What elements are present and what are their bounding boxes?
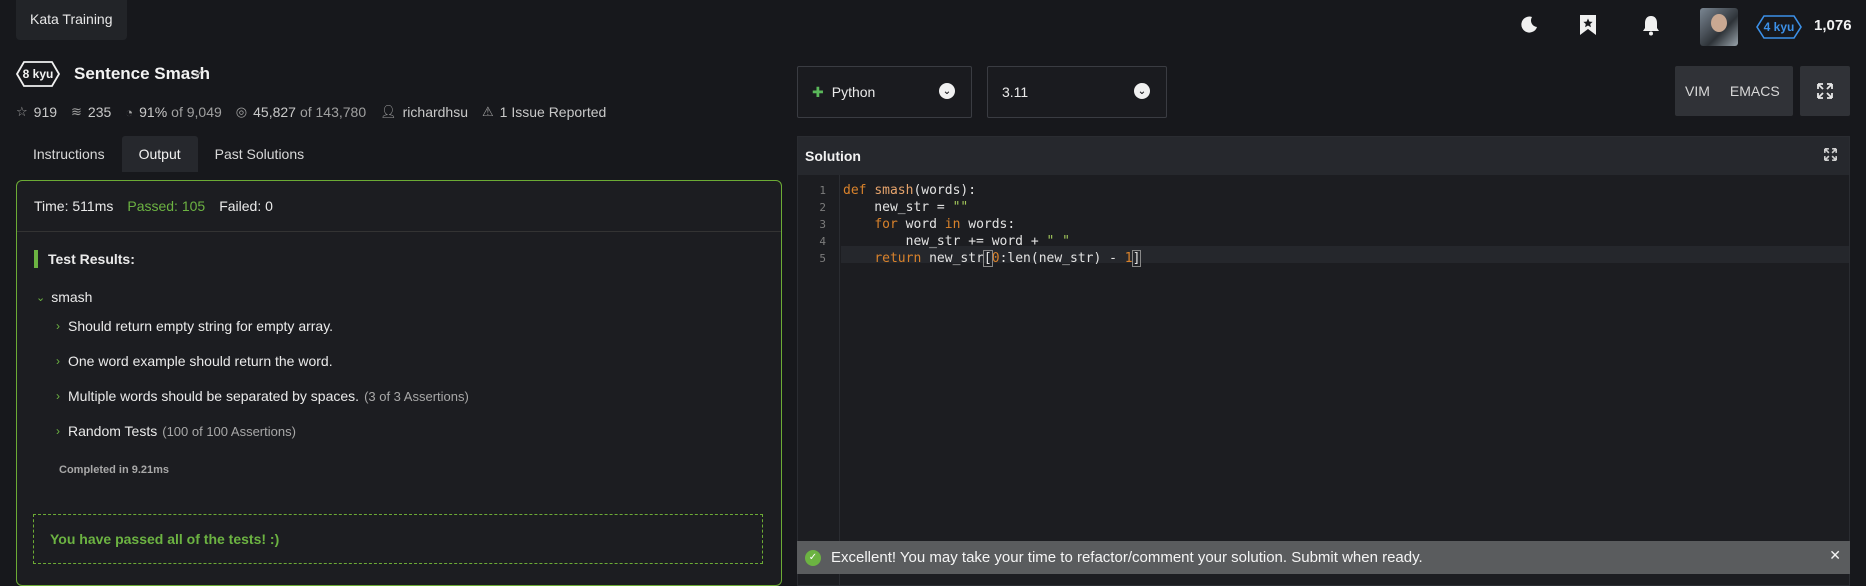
line-number: 4	[819, 235, 826, 248]
code-line[interactable]: for word in words:	[843, 216, 1015, 233]
warning-icon: ⚠︎	[482, 104, 494, 119]
collections-stat[interactable]: ≋ 235	[71, 104, 111, 120]
test-name: Random Tests	[68, 423, 158, 439]
expand-icon	[1817, 83, 1833, 99]
code-line[interactable]: new_str = ""	[843, 199, 968, 216]
bookmark-star-icon[interactable]	[1577, 14, 1599, 36]
kyu-badge: 8 kyu	[16, 61, 60, 87]
test-name: Should return empty string for empty arr…	[68, 318, 334, 334]
passed-label: Passed: 105	[127, 198, 206, 214]
test-summary: Time: 511ms Passed: 105 Failed: 0	[17, 181, 781, 232]
failed-label: Failed: 0	[219, 198, 273, 214]
line-number-gutter: 1 2 3 4 5	[798, 175, 840, 586]
kata-training-button[interactable]: Kata Training	[16, 0, 127, 40]
tab-instructions[interactable]: Instructions	[16, 136, 122, 172]
kyu-label: 8 kyu	[22, 67, 54, 81]
expand-icon[interactable]	[1824, 148, 1837, 161]
language-value: Python	[831, 84, 876, 100]
issues-label: 1 Issue Reported	[499, 104, 607, 120]
test-item[interactable]: › Multiple words should be separated by …	[56, 388, 469, 404]
star-icon: ☆	[16, 104, 28, 119]
check-icon: ✓	[194, 66, 205, 81]
assertion-count: (100 of 100 Assertions)	[162, 423, 296, 439]
editor-header: Solution	[798, 137, 1849, 175]
line-number: 3	[819, 218, 826, 231]
chevron-down-icon: ⌄	[939, 83, 955, 99]
check-circle-icon: ✓	[805, 549, 821, 566]
tab-bar: Instructions Output Past Solutions	[16, 136, 321, 172]
tab-past-solutions[interactable]: Past Solutions	[198, 136, 322, 172]
user-icon: 👤︎	[380, 104, 397, 119]
test-item[interactable]: › One word example should return the wor…	[56, 353, 333, 369]
target-icon: ◎	[235, 104, 248, 119]
top-nav: Kata Training 4 kyu 1,076	[0, 0, 1866, 52]
stars-stat[interactable]: ☆ 919	[16, 104, 57, 120]
editor-mode-group: VIM EMACS	[1675, 66, 1793, 116]
chevron-right-icon: ›	[56, 354, 60, 368]
chevron-down-icon: ⌄	[1134, 83, 1150, 99]
test-results-title: Test Results:	[48, 251, 135, 267]
test-item[interactable]: › Random Tests (100 of 100 Assertions)	[56, 423, 296, 439]
chevron-down-icon: ⌄	[36, 291, 46, 304]
fullscreen-button[interactable]	[1800, 66, 1850, 116]
kata-stats: ☆ 919 ≋ 235 ◔ 91% of 9,049 ◎ 45,827 of 1…	[16, 104, 620, 120]
time-label: Time: 511ms	[34, 198, 114, 214]
line-number: 5	[819, 252, 826, 265]
rating-icon: ◔	[125, 104, 134, 120]
vim-mode-button[interactable]: VIM	[1675, 83, 1720, 99]
test-name: Multiple words should be separated by sp…	[68, 388, 360, 404]
avatar[interactable]	[1700, 8, 1738, 46]
solution-editor[interactable]: Solution 1 2 3 4 5 def smash(words): new…	[797, 136, 1850, 586]
success-notification: ✓ Excellent! You may take your time to r…	[797, 541, 1850, 574]
chevron-right-icon: ›	[56, 389, 60, 403]
code-line[interactable]: return new_str[0:len(new_str) - 1]	[843, 250, 1142, 267]
test-name: One word example should return the word.	[68, 353, 333, 369]
satisfaction-value: 91%	[139, 104, 168, 120]
emacs-mode-button[interactable]: EMACS	[1720, 83, 1790, 99]
pass-message: You have passed all of the tests! :)	[50, 531, 280, 547]
line-number: 2	[819, 201, 826, 214]
output-panel: Time: 511ms Passed: 105 Failed: 0 Test R…	[16, 180, 782, 586]
assertion-count: (3 of 3 Assertions)	[364, 388, 469, 404]
language-select[interactable]: ✚ Python ⌄	[797, 66, 972, 118]
moon-icon[interactable]	[1518, 14, 1540, 36]
author-stat[interactable]: 👤︎ richardhsu	[380, 104, 468, 120]
bell-icon[interactable]	[1640, 14, 1662, 36]
editor-title: Solution	[805, 148, 861, 164]
stars-count: 919	[33, 104, 58, 120]
layers-icon: ≋	[71, 104, 82, 119]
completed-time: Completed in 9.21ms	[59, 464, 170, 476]
satisfaction-stat: ◔ 91% of 9,049	[125, 104, 222, 120]
version-select[interactable]: 3.11 ⌄	[987, 66, 1167, 118]
rank-label: 4 kyu	[1763, 20, 1795, 34]
collections-count: 235	[87, 104, 112, 120]
close-icon[interactable]: ✕	[1829, 547, 1841, 564]
python-icon: ✚	[812, 83, 824, 100]
issues-stat[interactable]: ⚠︎ 1 Issue Reported	[482, 104, 606, 120]
notification-text: Excellent! You may take your time to ref…	[831, 549, 1423, 566]
honor-score[interactable]: 1,076	[1814, 17, 1852, 34]
completed-count: 45,827	[253, 104, 296, 120]
describe-label: smash	[51, 289, 93, 305]
satisfaction-total: of 9,049	[171, 104, 222, 120]
results-accent-bar	[34, 250, 38, 268]
code-line[interactable]: def smash(words):	[843, 182, 976, 199]
author-name: richardhsu	[402, 104, 469, 120]
pass-message-box: You have passed all of the tests! :)	[33, 514, 763, 564]
completed-stat: ◎ 45,827 of 143,780	[236, 104, 366, 120]
version-value: 3.11	[1002, 84, 1029, 100]
rank-badge[interactable]: 4 kyu	[1756, 15, 1802, 39]
code-line[interactable]: new_str += word + " "	[843, 233, 1070, 250]
completed-total: of 143,780	[299, 104, 367, 120]
tab-output[interactable]: Output	[121, 136, 198, 172]
chevron-right-icon: ›	[56, 424, 60, 438]
chevron-right-icon: ›	[56, 319, 60, 333]
kata-title: Sentence Smash	[74, 64, 211, 83]
test-results-header: Test Results:	[34, 250, 135, 268]
test-item[interactable]: › Should return empty string for empty a…	[56, 318, 333, 334]
line-number: 1	[819, 184, 826, 197]
describe-smash[interactable]: ⌄ smash	[36, 289, 92, 305]
